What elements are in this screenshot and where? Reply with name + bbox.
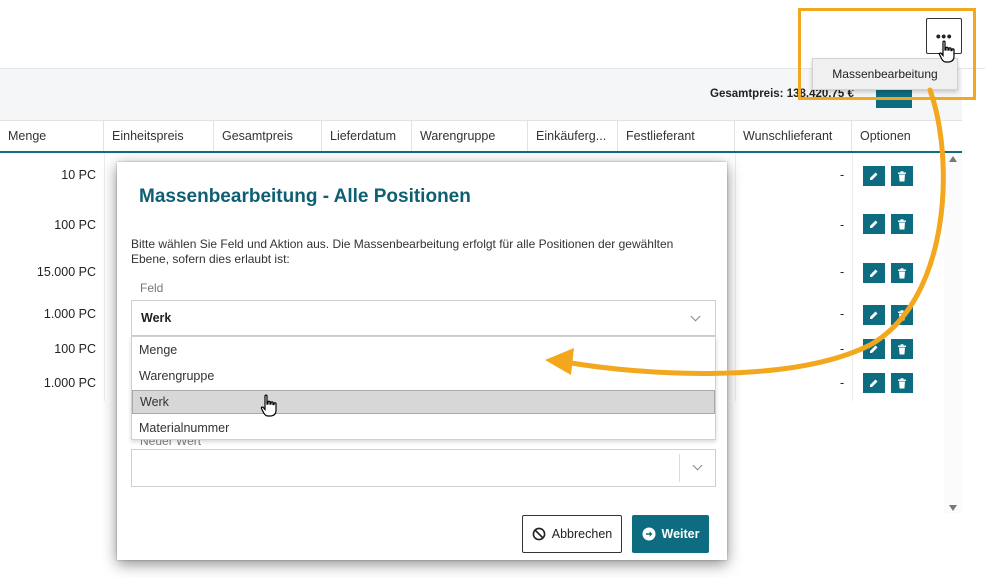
row-quantity: 10 PC [61, 168, 96, 182]
trash-icon [898, 377, 906, 388]
delete-button[interactable] [891, 305, 913, 325]
column-header-lieferdatum[interactable]: Lieferdatum [322, 121, 412, 151]
arrow-right-circle-icon [642, 527, 655, 541]
delete-button[interactable] [891, 339, 913, 359]
cancel-circle-icon [532, 527, 546, 541]
column-divider [104, 153, 105, 401]
row-quantity: 100 PC [54, 218, 96, 232]
chevron-down-icon [692, 460, 703, 471]
row-wunschlieferant: - [840, 265, 845, 279]
row-wunschlieferant: - [840, 168, 845, 182]
column-header-einkaeufergruppe[interactable]: Einkäuferg... [528, 121, 618, 151]
dropdown-option-materialnummer[interactable]: Materialnummer [132, 416, 715, 440]
scroll-up-icon[interactable] [949, 156, 957, 162]
row-wunschlieferant: - [840, 342, 845, 356]
header-underline [0, 151, 962, 153]
trash-icon [898, 309, 906, 320]
row-quantity: 1.000 PC [43, 376, 96, 390]
delete-button[interactable] [891, 166, 913, 186]
pointer-hand-icon [938, 40, 955, 63]
row-quantity: 100 PC [54, 342, 96, 356]
edit-button[interactable] [863, 214, 885, 234]
column-divider [735, 153, 736, 401]
edit-button[interactable] [863, 166, 885, 186]
field-select-value: Werk [141, 311, 172, 325]
dialog-title: Massenbearbeitung - Alle Positionen [139, 186, 471, 207]
chevron-down-icon [690, 311, 701, 322]
column-header-festlieferant[interactable]: Festlieferant [618, 121, 735, 151]
dialog-description: Bitte wählen Sie Feld und Aktion aus. Di… [131, 237, 674, 266]
row-quantity: 1.000 PC [43, 307, 96, 321]
edit-button[interactable] [863, 263, 885, 283]
edit-pencil-icon [870, 220, 878, 228]
column-header-gesamtpreis[interactable]: Gesamtpreis [214, 121, 322, 151]
trash-icon [898, 343, 906, 354]
column-header-optionen: Optionen [860, 129, 911, 143]
row-wunschlieferant: - [840, 307, 845, 321]
value-label: Neuer Wert [140, 440, 202, 448]
edit-button[interactable] [863, 305, 885, 325]
dropdown-option-warengruppe[interactable]: Warengruppe [132, 364, 715, 388]
trash-icon [898, 218, 906, 229]
delete-button[interactable] [891, 263, 913, 283]
edit-pencil-icon [870, 345, 878, 353]
next-button-label: Weiter [661, 527, 700, 541]
table-scrollbar[interactable] [944, 153, 962, 513]
trash-icon [898, 170, 906, 181]
edit-button[interactable] [863, 339, 885, 359]
row-quantity: 15.000 PC [36, 265, 96, 279]
edit-pencil-icon [870, 269, 878, 277]
dropdown-option-werk[interactable]: Werk [132, 390, 715, 414]
column-header-warengruppe[interactable]: Warengruppe [412, 121, 528, 151]
cancel-button[interactable]: Abbrechen [522, 515, 622, 553]
column-header-menge[interactable]: Menge [0, 121, 104, 151]
column-header-einheitspreis[interactable]: Einheitspreis [104, 121, 214, 151]
pointer-hand-icon [260, 394, 277, 417]
scroll-down-icon[interactable] [949, 505, 957, 511]
value-select[interactable] [131, 449, 716, 487]
edit-pencil-icon [870, 311, 878, 319]
divider [679, 454, 680, 482]
row-wunschlieferant: - [840, 376, 845, 390]
column-header-wunschlieferant[interactable]: Wunschlieferant [735, 121, 852, 151]
edit-pencil-icon [870, 379, 878, 387]
dropdown-option-menge[interactable]: Menge [132, 338, 715, 362]
edit-button[interactable] [863, 373, 885, 393]
field-label: Feld [140, 281, 164, 295]
delete-button[interactable] [891, 214, 913, 234]
delete-button[interactable] [891, 373, 913, 393]
row-wunschlieferant: - [840, 218, 845, 232]
next-button[interactable]: Weiter [632, 515, 709, 553]
column-divider [852, 153, 853, 401]
field-dropdown-list: Menge Warengruppe Werk Materialnummer [131, 336, 716, 440]
edit-pencil-icon [870, 172, 878, 180]
cancel-button-label: Abbrechen [551, 527, 613, 541]
field-select[interactable]: Werk [131, 300, 716, 336]
trash-icon [898, 267, 906, 278]
